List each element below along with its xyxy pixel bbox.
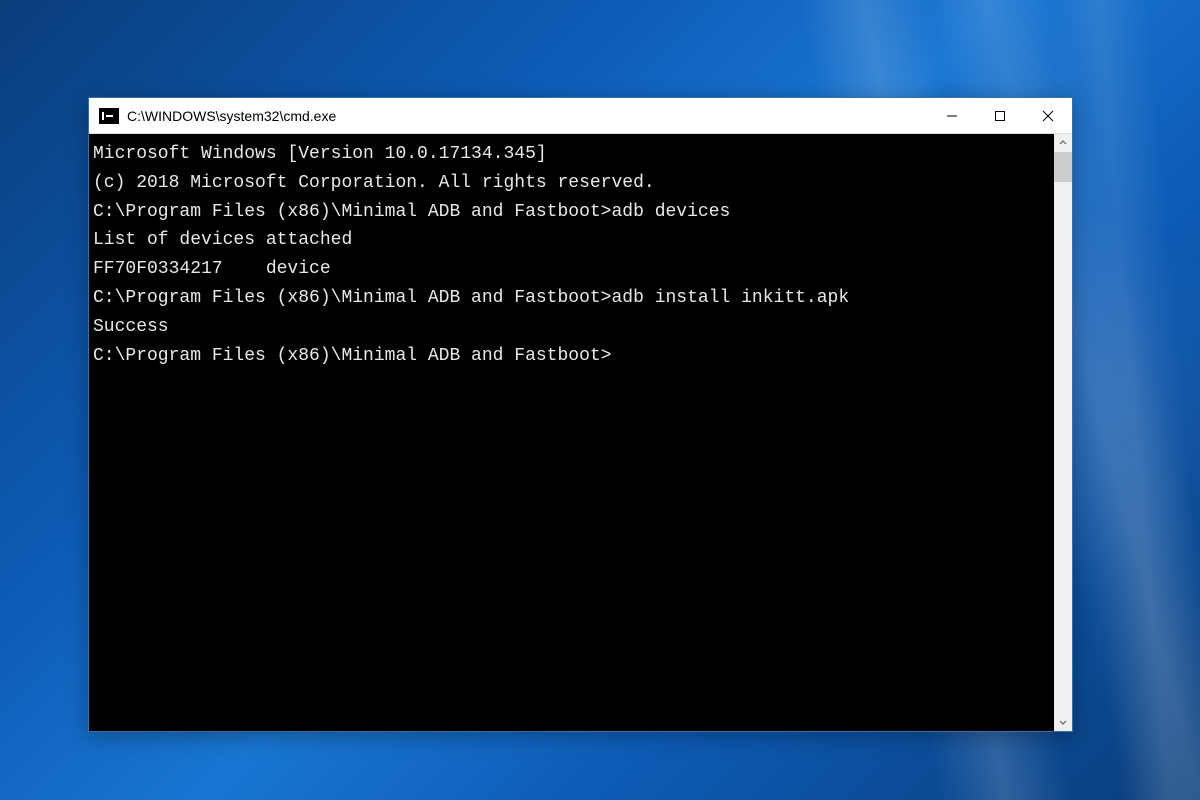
terminal-line: Success xyxy=(93,313,1050,342)
terminal-line: List of devices attached xyxy=(93,226,1050,255)
minimize-icon xyxy=(946,110,958,122)
scroll-thumb[interactable] xyxy=(1054,152,1072,182)
terminal-line: C:\Program Files (x86)\Minimal ADB and F… xyxy=(93,198,1050,227)
maximize-button[interactable] xyxy=(976,98,1024,133)
terminal-line: (c) 2018 Microsoft Corporation. All righ… xyxy=(93,169,1050,198)
vertical-scrollbar[interactable] xyxy=(1054,134,1072,731)
scroll-down-button[interactable] xyxy=(1054,713,1072,731)
close-button[interactable] xyxy=(1024,98,1072,133)
titlebar[interactable]: C:\WINDOWS\system32\cmd.exe xyxy=(89,98,1072,134)
maximize-icon xyxy=(994,110,1006,122)
chevron-up-icon xyxy=(1059,139,1067,147)
terminal-line: C:\Program Files (x86)\Minimal ADB and F… xyxy=(93,342,1050,371)
window-controls xyxy=(928,98,1072,133)
terminal-line: FF70F0334217 device xyxy=(93,255,1050,284)
terminal-area: Microsoft Windows [Version 10.0.17134.34… xyxy=(89,134,1072,731)
chevron-down-icon xyxy=(1059,718,1067,726)
window-title: C:\WINDOWS\system32\cmd.exe xyxy=(127,108,928,124)
close-icon xyxy=(1042,110,1054,122)
terminal-line: C:\Program Files (x86)\Minimal ADB and F… xyxy=(93,284,1050,313)
cmd-window: C:\WINDOWS\system32\cmd.exe Microsoft Wi… xyxy=(88,97,1073,732)
minimize-button[interactable] xyxy=(928,98,976,133)
cmd-icon xyxy=(99,108,119,124)
terminal-line: Microsoft Windows [Version 10.0.17134.34… xyxy=(93,140,1050,169)
terminal-output[interactable]: Microsoft Windows [Version 10.0.17134.34… xyxy=(89,134,1054,731)
scroll-up-button[interactable] xyxy=(1054,134,1072,152)
